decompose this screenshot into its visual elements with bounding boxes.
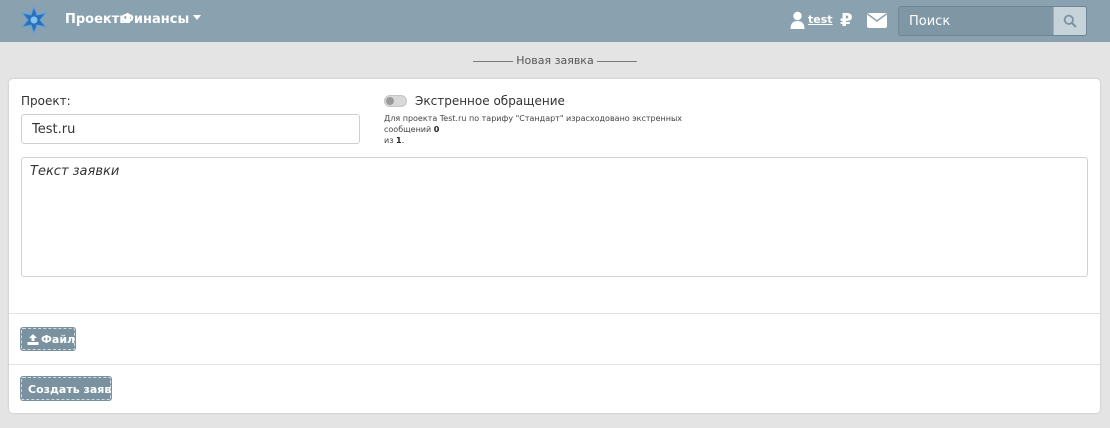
note-used-count: 0 [433,125,440,134]
page-title: Новая заявка [516,54,594,67]
ruble-icon[interactable]: ₽ [840,10,853,31]
user-icon[interactable] [790,11,805,29]
logo-star-icon[interactable] [20,6,48,34]
emergency-quota-note: Для проекта Test.ru по тарифу "Стандарт"… [384,114,683,145]
new-request-card: Проект: Test.ru Экстренное обращение Для… [9,79,1100,413]
project-select[interactable]: Test.ru [21,114,360,144]
search-icon [1063,14,1077,28]
top-navbar: Проекты Финансы test ₽ [0,0,1110,42]
note-total-count: 1 [396,136,402,145]
search-box [898,6,1087,36]
attach-file-button[interactable]: Файл [20,327,76,351]
note-text: Для проекта Test.ru по тарифу "Стандарт"… [384,114,683,134]
create-request-label: Создать заявку [28,383,126,396]
toggle-knob [386,97,394,105]
nav-finance-dropdown[interactable]: Финансы [121,12,202,27]
emergency-toggle[interactable] [384,95,407,107]
project-label: Проект: [21,94,71,108]
title-divider-right [597,61,637,62]
request-text-area[interactable] [21,157,1088,277]
caret-down-icon [193,15,202,20]
divider [9,313,1100,314]
user-profile-link[interactable]: test [808,13,833,26]
divider [9,364,1100,365]
emergency-label: Экстренное обращение [415,94,565,108]
attach-file-label: Файл [41,333,76,346]
upload-icon [27,334,39,345]
note-of: из [384,136,394,145]
search-button[interactable] [1053,7,1086,35]
mail-icon[interactable] [867,12,887,28]
nav-finance-label: Финансы [121,12,190,27]
create-request-button[interactable]: Создать заявку [20,376,126,401]
project-value: Test.ru [32,122,76,137]
search-input[interactable] [899,7,1054,35]
